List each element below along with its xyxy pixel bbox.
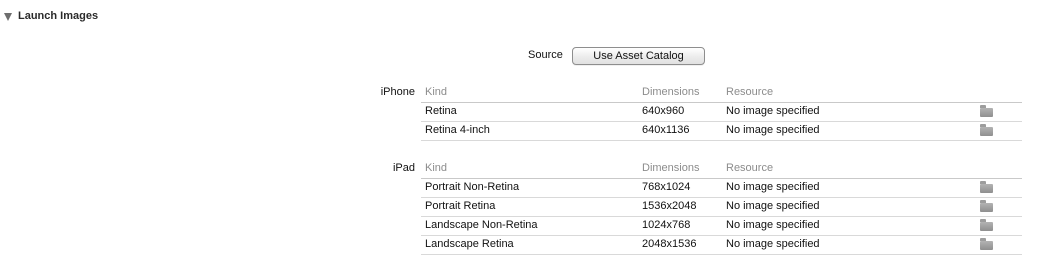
disclosure-triangle-icon[interactable] [4,12,12,21]
resource-cell: No image specified [726,124,820,136]
table-row[interactable]: Portrait Retina 1536x2048 No image speci… [421,198,1022,217]
resource-cell: No image specified [726,219,820,231]
dimensions-cell: 640x1136 [642,124,690,136]
section-header[interactable]: Launch Images [4,9,98,23]
dimensions-cell: 768x1024 [642,181,691,193]
folder-icon[interactable] [980,105,993,117]
resource-cell: No image specified [726,200,820,212]
dimensions-cell: 1024x768 [642,219,691,231]
folder-icon[interactable] [980,200,993,212]
column-header-dimensions: Dimensions [642,162,700,174]
table-row[interactable]: Retina 4-inch 640x1136 No image specifie… [421,122,1022,141]
iphone-launch-images-table: Kind Dimensions Resource Retina 640x960 … [421,83,1022,141]
resource-cell: No image specified [726,238,820,250]
resource-cell: No image specified [726,181,820,193]
folder-icon[interactable] [980,238,993,250]
iphone-group-label: iPhone [380,86,415,98]
kind-cell: Retina 4-inch [425,124,490,136]
table-row[interactable]: Landscape Non-Retina 1024x768 No image s… [421,217,1022,236]
ipad-group-label: iPad [392,162,415,174]
launch-images-panel: Launch Images Source Use Asset Catalog i… [0,0,1040,271]
resource-cell: No image specified [726,105,820,117]
dimensions-cell: 640x960 [642,105,685,117]
source-label: Source [528,49,563,61]
kind-cell: Landscape Retina [425,238,514,250]
column-header-kind: Kind [425,86,448,98]
table-header: Kind Dimensions Resource [421,83,1022,103]
folder-icon[interactable] [980,219,993,231]
folder-icon[interactable] [980,181,993,193]
kind-cell: Portrait Non-Retina [425,181,520,193]
column-header-dimensions: Dimensions [642,86,700,98]
kind-cell: Retina [425,105,457,117]
section-title: Launch Images [18,10,99,22]
dimensions-cell: 2048x1536 [642,238,697,250]
column-header-resource: Resource [726,162,774,174]
dimensions-cell: 1536x2048 [642,200,697,212]
table-header: Kind Dimensions Resource [421,159,1022,179]
kind-cell: Portrait Retina [425,200,496,212]
kind-cell: Landscape Non-Retina [425,219,538,231]
table-row[interactable]: Landscape Retina 2048x1536 No image spec… [421,236,1022,255]
column-header-kind: Kind [425,162,448,174]
use-asset-catalog-button[interactable]: Use Asset Catalog [572,47,705,65]
table-row[interactable]: Portrait Non-Retina 768x1024 No image sp… [421,179,1022,198]
ipad-launch-images-table: Kind Dimensions Resource Portrait Non-Re… [421,159,1022,255]
column-header-resource: Resource [726,86,774,98]
folder-icon[interactable] [980,124,993,136]
table-row[interactable]: Retina 640x960 No image specified [421,103,1022,122]
